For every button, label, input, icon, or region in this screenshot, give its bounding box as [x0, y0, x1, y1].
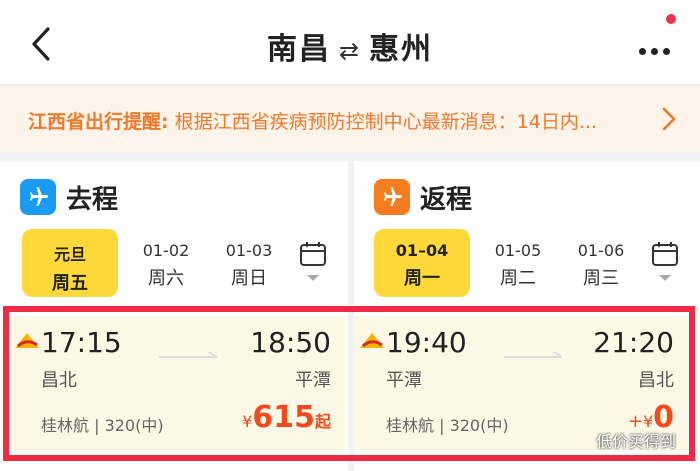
- return-title: 返程: [420, 185, 473, 215]
- outbound-date-strip: 元旦 周五 01-02 周六 01-03 周日: [0, 229, 348, 299]
- highlight-box: [3, 306, 695, 461]
- date-tab[interactable]: 01–04 周一: [374, 229, 470, 297]
- route-title[interactable]: 南昌 ⇄ 惠州: [0, 24, 700, 68]
- weekday-label: 周日: [231, 268, 267, 289]
- top-bar: 南昌 ⇄ 惠州: [0, 0, 700, 85]
- swap-icon[interactable]: ⇄: [339, 37, 361, 65]
- weekday-label: 周二: [500, 268, 536, 289]
- weekday-label: 周六: [148, 268, 184, 289]
- notice-body: 根据江西省疾病预防控制中心最新消息：14日内...: [174, 111, 597, 133]
- calendar-icon[interactable]: [298, 239, 328, 283]
- date-tab[interactable]: 元旦 周五: [22, 229, 118, 297]
- plane-icon: [20, 179, 56, 215]
- date-label: 01–04: [395, 241, 449, 260]
- weekday-label: 周三: [583, 268, 619, 289]
- date-tab[interactable]: 01-06 周三: [566, 229, 636, 297]
- return-date-strip: 01–04 周一 01-05 周二 01-06 周三: [354, 229, 700, 299]
- watermark: 低价买得到: [595, 432, 676, 451]
- date-label: 01-05: [494, 241, 542, 260]
- plane-icon: [374, 179, 410, 215]
- date-tab[interactable]: 01-05 周二: [470, 229, 566, 297]
- chevron-right-icon[interactable]: [660, 105, 678, 133]
- date-label: 01-06: [577, 241, 625, 260]
- notice-text: 江西省出行提醒: 根据江西省疾病预防控制中心最新消息：14日内...: [28, 107, 597, 134]
- travel-notice-banner[interactable]: 江西省出行提醒: 根据江西省疾病预防控制中心最新消息：14日内...: [0, 86, 700, 152]
- date-label: 01-03: [225, 241, 273, 260]
- date-label: 元旦: [53, 245, 86, 264]
- more-icon[interactable]: [634, 40, 670, 59]
- date-tab[interactable]: 01-02 周六: [118, 229, 214, 297]
- date-tab[interactable]: 01-03 周日: [214, 229, 284, 297]
- date-label: 01-02: [142, 241, 190, 260]
- outbound-title: 去程: [66, 185, 119, 215]
- origin-city: 南昌: [266, 32, 331, 67]
- weekday-label: 周一: [404, 268, 440, 289]
- destination-city: 惠州: [369, 32, 434, 67]
- weekday-label: 周五: [52, 273, 88, 294]
- notice-label: 江西省出行提醒:: [28, 111, 169, 133]
- calendar-icon[interactable]: [650, 239, 680, 283]
- notification-dot: [666, 14, 676, 24]
